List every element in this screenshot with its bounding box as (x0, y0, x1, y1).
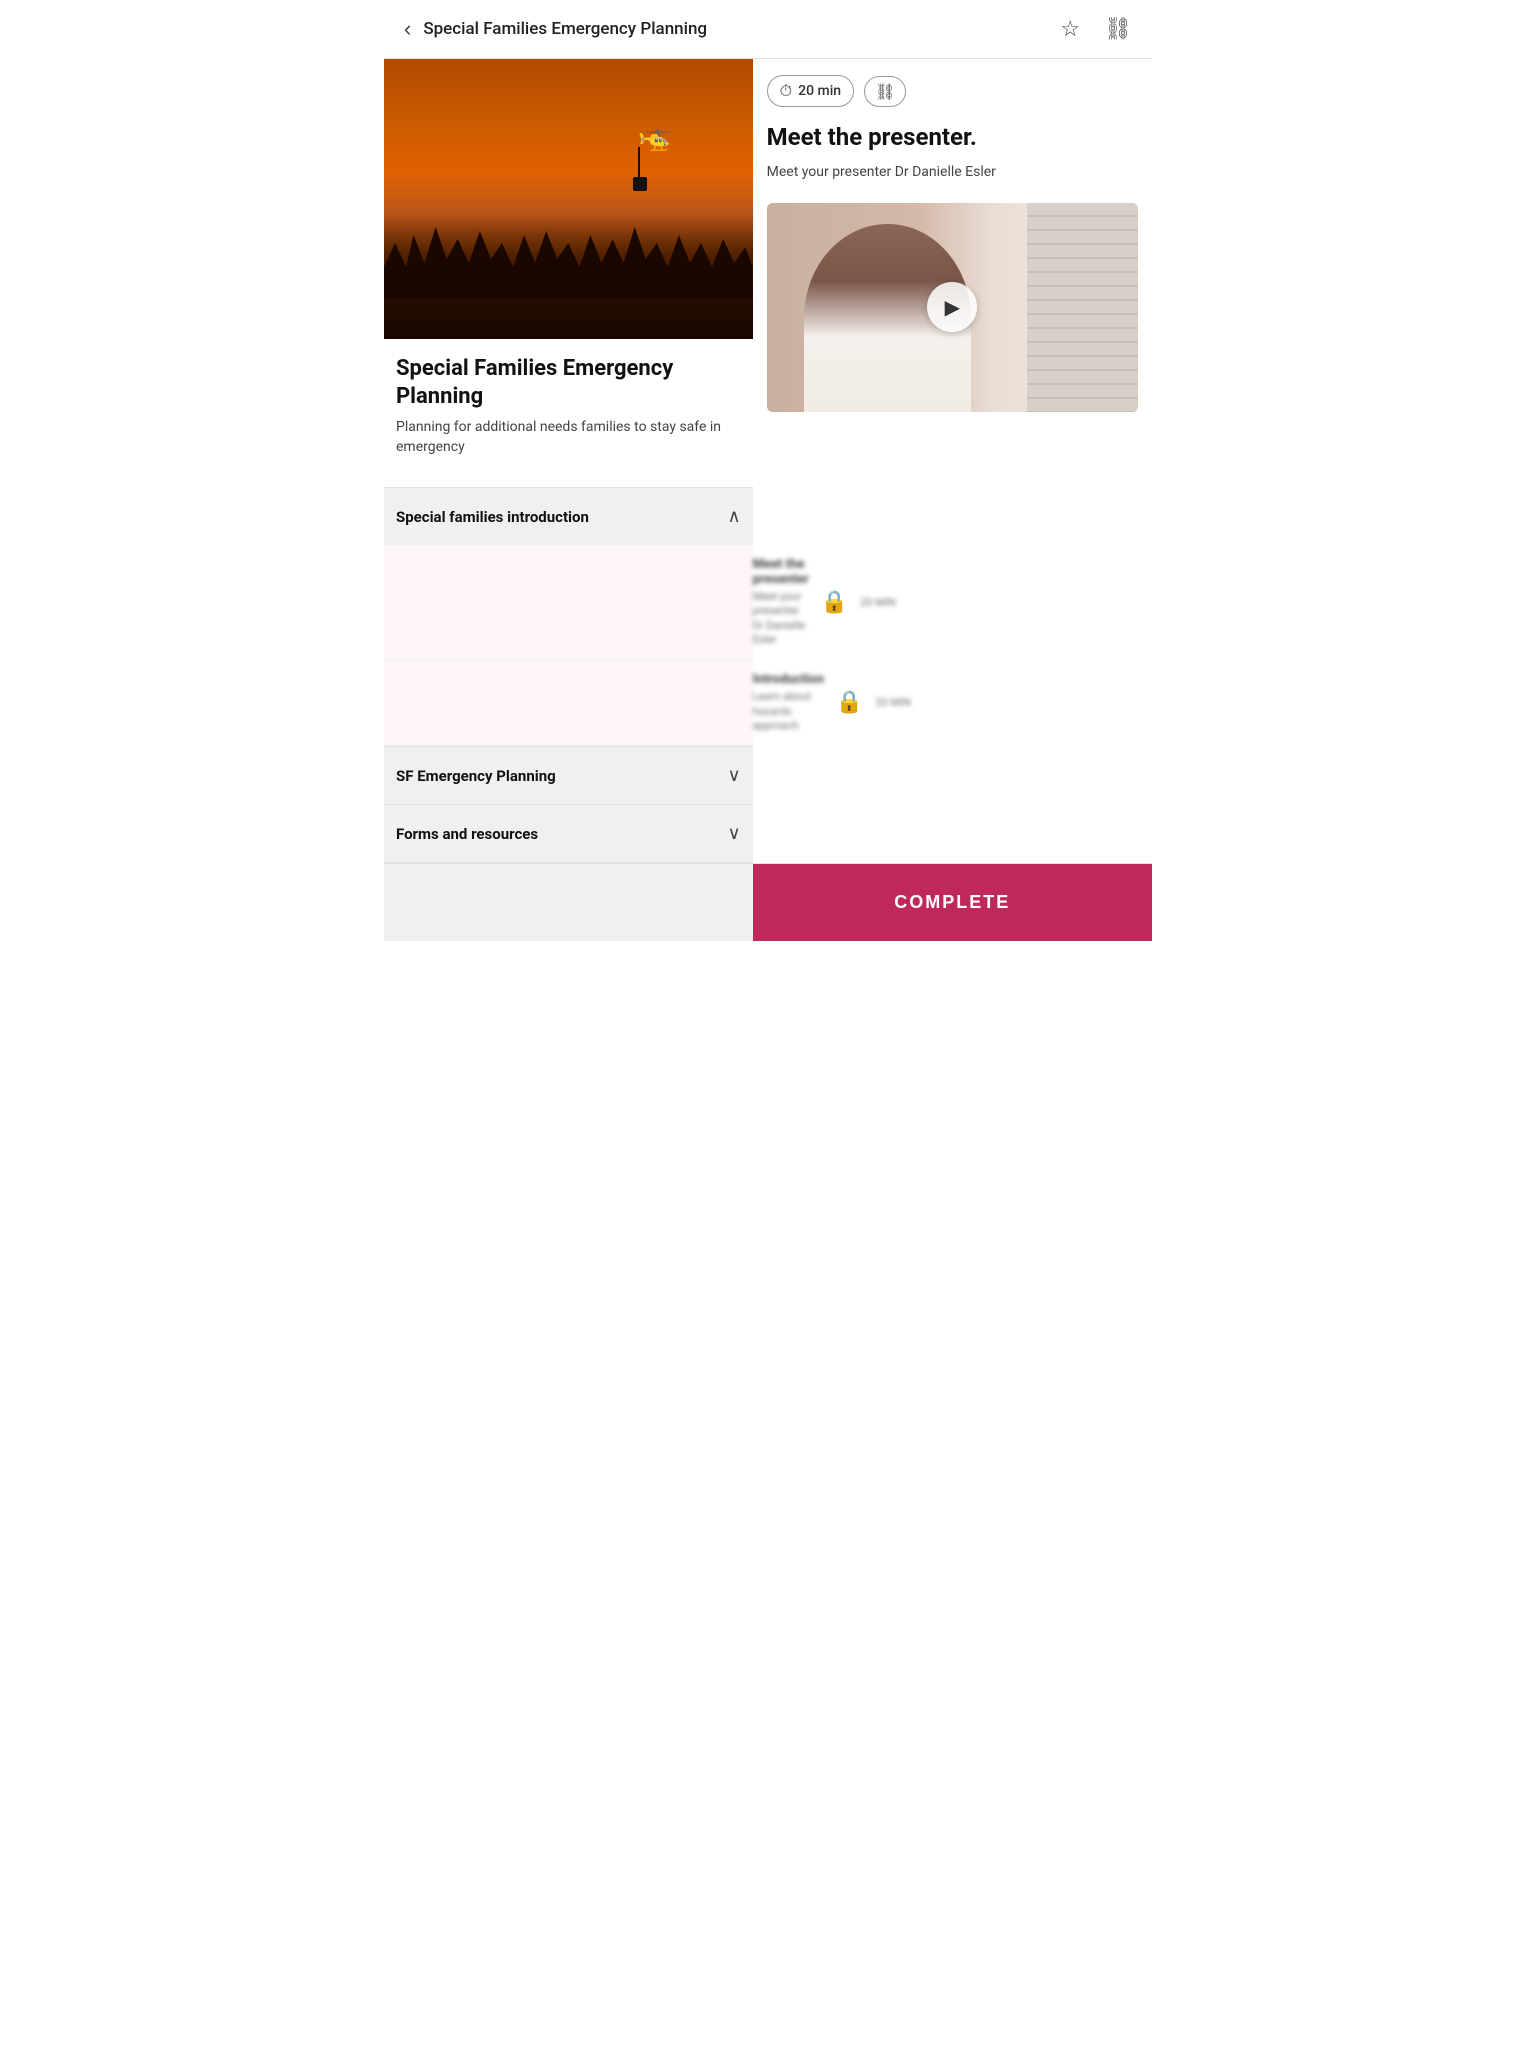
complete-button[interactable]: COMPLETE (753, 864, 1152, 941)
bottom-right-action: COMPLETE (753, 864, 1152, 941)
chevron-down-icon: ∨ (727, 765, 740, 786)
share-link-button[interactable]: ⛓ (1100, 14, 1136, 44)
duration-badge: ⏱ 20 min (767, 75, 854, 107)
presenter-desc: Meet your presenter Dr Danielle Esler (767, 162, 1138, 183)
chevron-down-icon-forms: ∨ (727, 823, 740, 844)
right-column: ⏱ 20 min ⛓ Meet the presenter. Meet your… (753, 59, 1152, 428)
header-icons: ☆ ⛓ (1056, 14, 1136, 44)
bottom-left-spacer (384, 864, 753, 941)
item-desc-intro: Learn about hazards approach (753, 690, 824, 733)
helicopter-line (638, 147, 640, 177)
bookmark-button[interactable]: ☆ (1056, 14, 1084, 44)
bottom-area: COMPLETE (384, 863, 1152, 941)
item-desc-presenter: Meet your presenter Dr Danielle Esler (753, 590, 809, 647)
header-title: Special Families Emergency Planning (423, 19, 707, 39)
left-column: 🚁 Special Families Emergency Planning Pl… (384, 59, 753, 863)
accordion-header-planning[interactable]: SF Emergency Planning ∨ (384, 747, 753, 804)
lock-icon: 🔒 (821, 590, 848, 615)
header-left: ‹ Special Families Emergency Planning (400, 14, 707, 44)
link-badge[interactable]: ⛓ (864, 76, 906, 107)
accordion-section-planning: SF Emergency Planning ∨ (384, 746, 753, 804)
header: ‹ Special Families Emergency Planning ☆ … (384, 0, 1152, 59)
back-button[interactable]: ‹ (400, 14, 415, 44)
accordion-header-intro[interactable]: Special families introduction ∧ (384, 488, 753, 545)
item-info-presenter: Meet the presenter Meet your presenter D… (753, 557, 809, 647)
accordion-title-planning: SF Emergency Planning (396, 767, 556, 785)
accordion-title-intro: Special families introduction (396, 508, 589, 526)
helicopter-bucket (633, 177, 647, 191)
duration-text: 20 min (798, 83, 841, 99)
helicopter-icon: 🚁 (638, 119, 673, 152)
video-wall (1027, 203, 1138, 412)
item-title-intro: Introduction (753, 672, 824, 687)
meta-row: ⏱ 20 min ⛓ (767, 75, 1138, 107)
presenter-video[interactable]: ▶ (767, 203, 1138, 412)
course-title: Special Families Emergency Planning (396, 355, 741, 410)
list-item[interactable]: Meet the presenter Meet your presenter D… (384, 545, 753, 660)
accordion-title-forms: Forms and resources (396, 825, 538, 843)
main-layout: 🚁 Special Families Emergency Planning Pl… (384, 59, 1152, 863)
presenter-heading: Meet the presenter. (767, 123, 1138, 152)
hero-image: 🚁 (384, 59, 753, 339)
course-subtitle: Planning for additional needs families t… (396, 418, 741, 457)
accordion-header-forms[interactable]: Forms and resources ∨ (384, 805, 753, 862)
clock-icon: ⏱ (780, 81, 792, 101)
list-item[interactable]: Introduction Learn about hazards approac… (384, 660, 753, 746)
accordion-section-intro: Special families introduction ∧ Meet the… (384, 487, 753, 746)
item-title-presenter: Meet the presenter (753, 557, 809, 587)
item-duration-intro: 20 MIN (875, 696, 911, 709)
play-button[interactable]: ▶ (927, 282, 977, 332)
chevron-up-icon: ∧ (727, 506, 740, 527)
item-info-intro: Introduction Learn about hazards approac… (753, 672, 824, 733)
item-duration-presenter: 20 MIN (860, 596, 896, 609)
accordion-section-forms: Forms and resources ∨ (384, 804, 753, 863)
accordion: Special families introduction ∧ Meet the… (384, 487, 753, 863)
lock-icon: 🔒 (836, 690, 863, 715)
course-title-area: Special Families Emergency Planning Plan… (384, 339, 753, 467)
accordion-items-intro: Meet the presenter Meet your presenter D… (384, 545, 753, 746)
